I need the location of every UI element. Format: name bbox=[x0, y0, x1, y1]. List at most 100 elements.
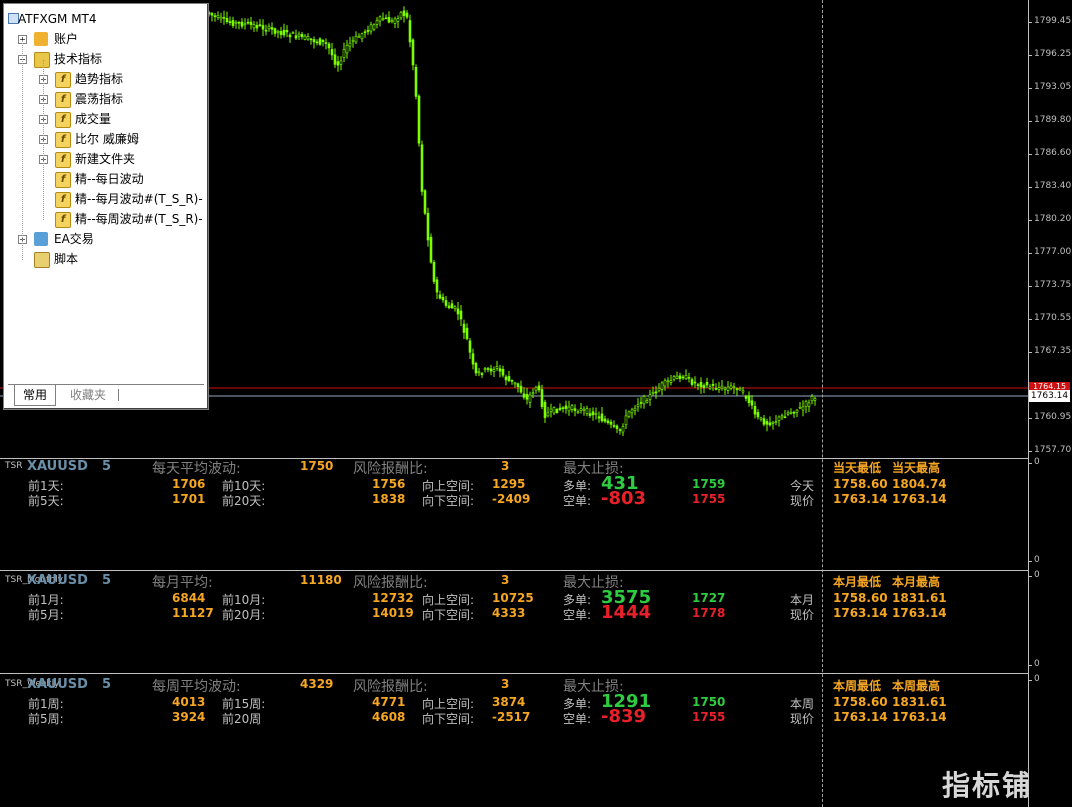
symbol-label: XAUUSD bbox=[27, 459, 88, 474]
candle-body bbox=[738, 388, 742, 391]
candle-body bbox=[402, 10, 406, 17]
candle-body bbox=[300, 33, 304, 38]
candle-body bbox=[273, 28, 277, 34]
long-order-price: 1759 bbox=[692, 477, 726, 491]
candle-body bbox=[654, 391, 658, 394]
candle-body bbox=[696, 384, 700, 386]
tab-favorites[interactable]: 收藏夹 bbox=[60, 385, 116, 405]
candle-body bbox=[390, 20, 394, 22]
candle-body bbox=[600, 413, 604, 422]
period-high-header: 本周最高 bbox=[892, 679, 941, 693]
candle-body bbox=[501, 368, 505, 376]
current-price-value: 1763.14 bbox=[833, 710, 888, 724]
candle-body bbox=[687, 377, 691, 379]
candle-body bbox=[513, 382, 517, 385]
candle-body bbox=[684, 374, 688, 379]
panel-axis-max: 0 bbox=[1028, 570, 1040, 580]
row-value: 1706 bbox=[172, 477, 206, 491]
candle-body bbox=[240, 21, 244, 27]
candle-body bbox=[525, 394, 529, 400]
navigator-item[interactable]: − 技术指标 bbox=[18, 49, 204, 69]
candle-body bbox=[510, 380, 514, 382]
candle-body bbox=[810, 396, 814, 402]
candle-body bbox=[279, 31, 283, 35]
navigator-item[interactable]: f 精--每周波动#(T_S_R)- bbox=[39, 209, 225, 229]
candle-body bbox=[324, 42, 328, 44]
navigator-item[interactable]: + f 成交量 bbox=[39, 109, 225, 129]
row-value: 4608 bbox=[372, 710, 406, 724]
navigator-window[interactable]: ATFXGM MT4 + 账户 − 技术指标 + f 趋势指标 + f 震荡指标 + f 成交量 + f 比尔… bbox=[3, 3, 209, 410]
upside-room-value: 1295 bbox=[492, 477, 526, 491]
navigator-item-label: 比尔 威廉姆 bbox=[75, 132, 139, 146]
navigator-item[interactable]: + f 新建文件夹 bbox=[39, 149, 225, 169]
indicator-panel-tsr-weekly[interactable]: TSR_Weekly XAUUSD 5 每周平均波动: 4329 风险报酬比: 3 最大止损:… bbox=[0, 677, 1072, 777]
accounts-icon bbox=[34, 32, 48, 46]
period-high-value: 1831.61 bbox=[892, 695, 947, 709]
navigator-tabs: 常用 收藏夹 bbox=[8, 384, 204, 407]
row-label: 前20天: bbox=[222, 494, 266, 508]
navigator-item[interactable]: + 账户 bbox=[18, 29, 204, 49]
short-order-price: 1778 bbox=[692, 606, 726, 620]
tree-connector bbox=[22, 40, 23, 260]
candle-body bbox=[708, 386, 712, 389]
indicator-panel-tsr-monthly[interactable]: TSR_Monthly XAUUSD 5 每月平均: 11180 风险报酬比: 3 最大止损:… bbox=[0, 573, 1072, 673]
price-tick-text: 1793.05 bbox=[1034, 82, 1072, 92]
navigator-item[interactable]: + EA交易 bbox=[18, 229, 204, 249]
navigator-item[interactable]: + f 震荡指标 bbox=[39, 89, 225, 109]
candle-body bbox=[489, 368, 493, 372]
panel-separator[interactable] bbox=[0, 673, 1028, 674]
period-high-value: 1831.61 bbox=[892, 591, 947, 605]
tab-common[interactable]: 常用 bbox=[14, 385, 56, 406]
candle-body bbox=[768, 422, 772, 426]
candle-body bbox=[537, 385, 541, 391]
candle-body bbox=[615, 425, 619, 429]
navigator-item[interactable]: + f 趋势指标 bbox=[39, 69, 225, 89]
price-tick-label: 1760.95 bbox=[1027, 412, 1072, 422]
candle-body bbox=[612, 425, 616, 427]
candle-body bbox=[792, 411, 796, 414]
average-volatility-label: 每月平均: bbox=[152, 575, 213, 591]
candle-body bbox=[288, 34, 292, 38]
price-axis[interactable]: 1799.45 1796.25 1793.05 1789.80 1786.60 1783.… bbox=[1027, 0, 1072, 807]
candle-body bbox=[507, 376, 511, 382]
candle-body bbox=[666, 380, 670, 383]
price-tick-text: 1760.95 bbox=[1034, 412, 1072, 422]
candle-body bbox=[291, 32, 295, 34]
current-price-label: 1763.14 bbox=[1029, 390, 1070, 402]
expert-advisor-icon bbox=[34, 232, 48, 246]
candle-body bbox=[312, 39, 316, 43]
navigator-item-label: 震荡指标 bbox=[75, 92, 124, 106]
navigator-item[interactable]: + f 比尔 威廉姆 bbox=[39, 129, 225, 149]
price-tick-text: 1789.80 bbox=[1034, 115, 1072, 125]
candle-body bbox=[699, 381, 703, 388]
risk-reward-value: 3 bbox=[501, 459, 510, 473]
candle-body bbox=[531, 392, 535, 395]
candle-body bbox=[798, 406, 802, 409]
candle-body bbox=[735, 388, 739, 390]
long-order-price: 1750 bbox=[692, 695, 726, 709]
average-volatility-value: 11180 bbox=[300, 573, 342, 587]
candle-body bbox=[369, 24, 373, 32]
candle-body bbox=[318, 38, 322, 45]
candle-body bbox=[591, 411, 595, 416]
row-value: 1701 bbox=[172, 492, 206, 506]
candle-body bbox=[576, 411, 580, 414]
indicator-panel-tsr[interactable]: TSR XAUUSD 5 每天平均波动: 1750 风险报酬比: 3 最大止损: 当天最低 当天最… bbox=[0, 459, 1072, 559]
navigator-item-label: 精--每日波动 bbox=[75, 172, 144, 186]
indicator-folder-icon: f bbox=[55, 112, 71, 128]
panel-separator[interactable] bbox=[0, 570, 1028, 571]
short-order-points: -839 bbox=[601, 706, 647, 727]
price-tick-label: 1793.05 bbox=[1027, 82, 1072, 92]
navigator-item[interactable]: f 精--每日波动 bbox=[39, 169, 225, 189]
candle-body bbox=[492, 369, 496, 372]
navigator-item[interactable]: 脚本 bbox=[18, 249, 204, 269]
candle-body bbox=[219, 16, 223, 20]
candle-body bbox=[465, 327, 469, 340]
candle-body bbox=[237, 22, 241, 24]
row-value: 4771 bbox=[372, 695, 406, 709]
candle-body bbox=[597, 416, 601, 419]
candle-body bbox=[483, 368, 487, 370]
navigator-item[interactable]: f 精--每月波动#(T_S_R)- bbox=[39, 189, 225, 209]
candle-body bbox=[711, 383, 715, 386]
candle-body bbox=[573, 408, 577, 411]
